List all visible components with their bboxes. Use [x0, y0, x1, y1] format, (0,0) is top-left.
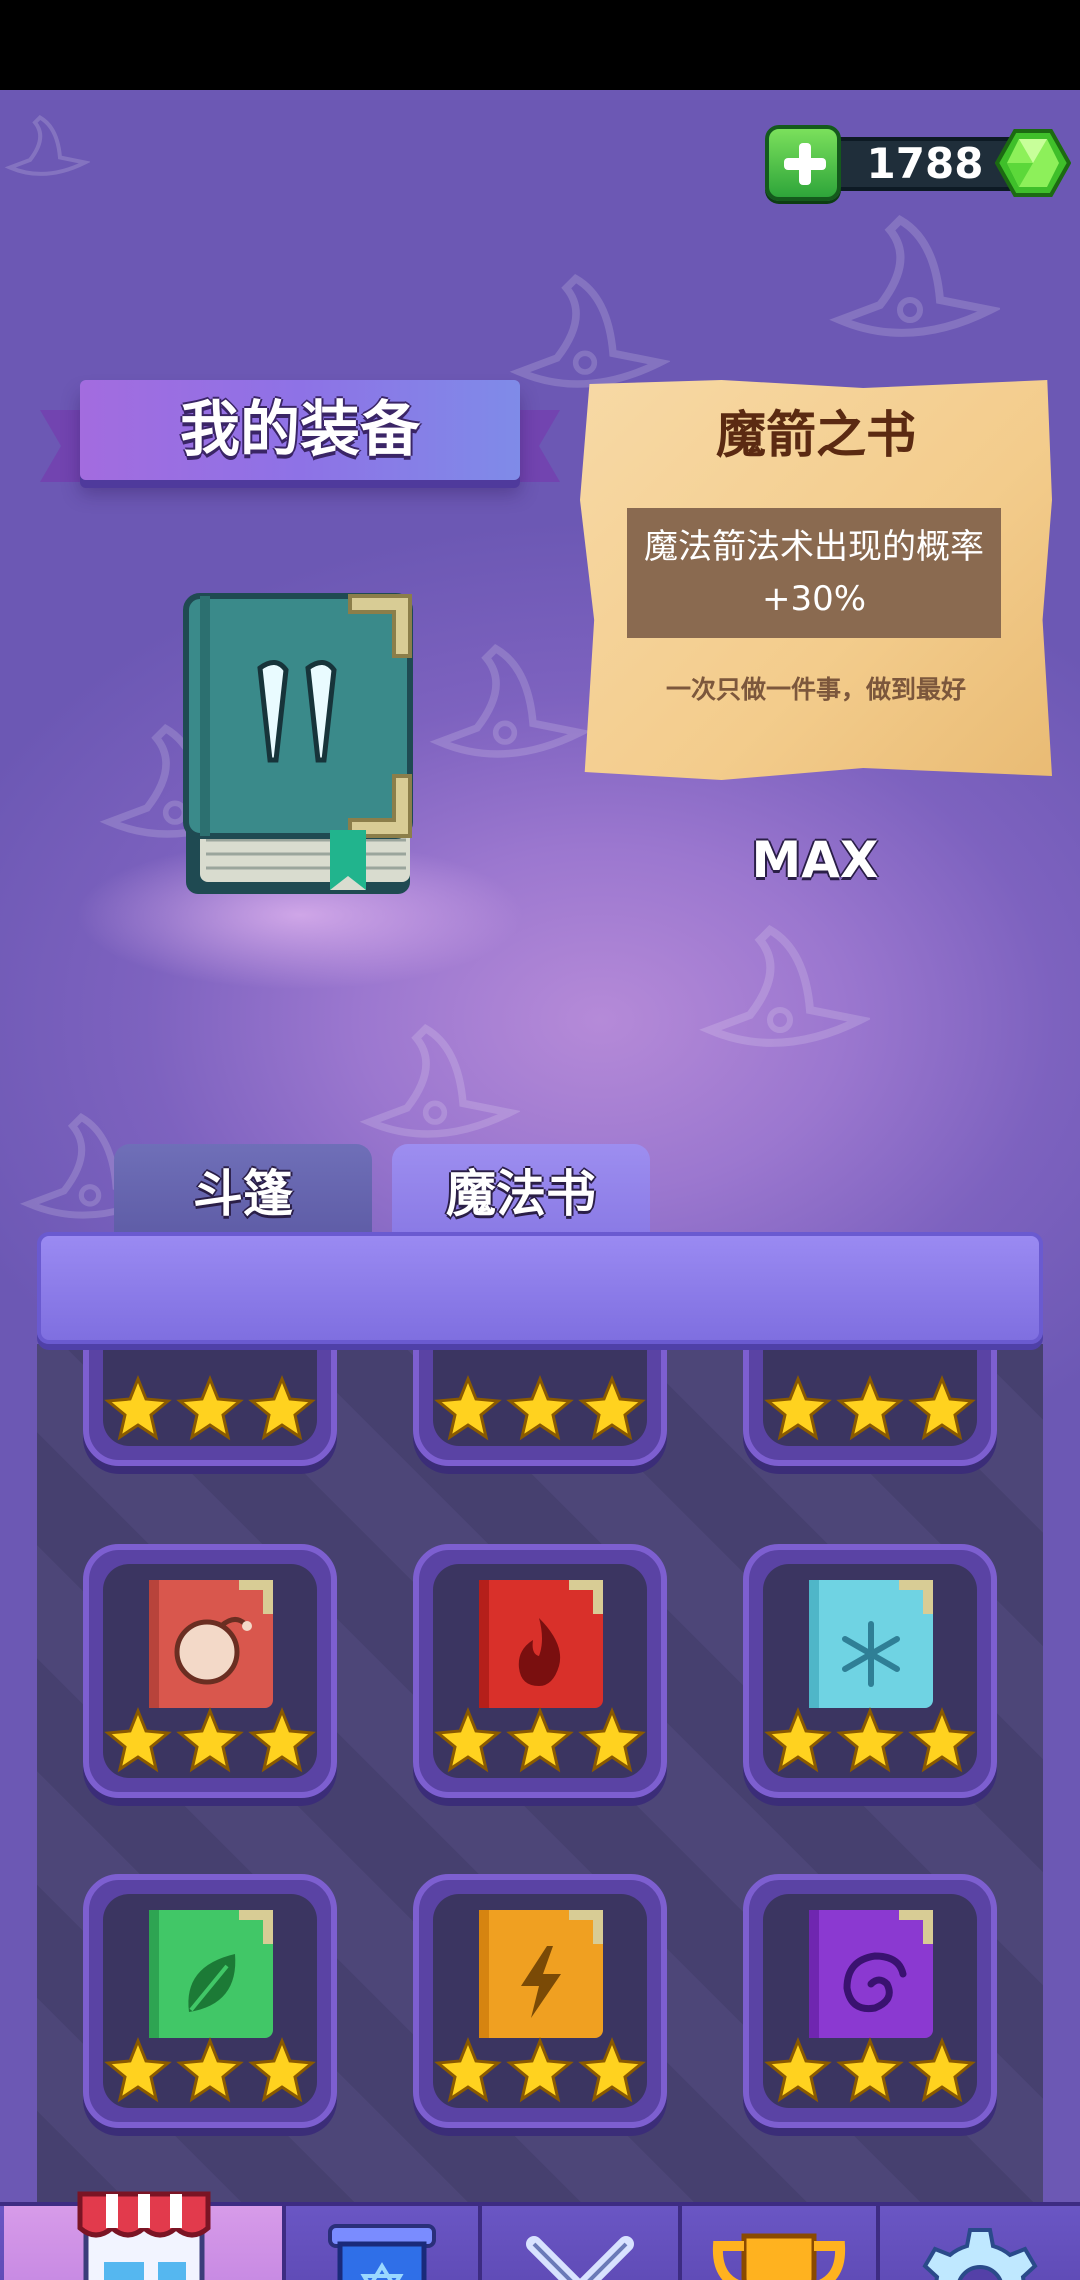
shop-icon — [77, 2191, 211, 2280]
book-grid-panel[interactable] — [37, 1344, 1043, 2224]
book-slot[interactable] — [83, 1344, 337, 1466]
book-slot-arcane[interactable] — [743, 1874, 997, 2128]
three-star-rating-icon — [764, 1374, 976, 1441]
wizard-hat-decoration-icon — [699, 925, 870, 1047]
magic-arrow-book-icon — [183, 593, 413, 894]
item-info-card: 魔箭之书 魔法箭法术出现的概率+30% 一次只做一件事，做到最好 — [580, 380, 1052, 780]
three-star-rating-icon — [104, 1706, 316, 1773]
trophy-icon — [712, 2233, 846, 2280]
tab-magic-book[interactable]: 魔法书 — [392, 1144, 650, 1244]
wizard-hat-decoration-icon — [509, 274, 670, 388]
book-slot-nature[interactable] — [83, 1874, 337, 2128]
shield-banner-icon — [328, 2224, 436, 2280]
wizard-hat-decoration-icon — [359, 1024, 520, 1138]
three-star-rating-icon — [764, 2036, 976, 2103]
three-star-rating-icon — [434, 2036, 646, 2103]
title-ribbon: 我的装备 — [40, 380, 560, 510]
nav-leaderboard[interactable] — [682, 2206, 876, 2280]
lightning-book-icon — [479, 1910, 603, 2038]
nav-equipment[interactable] — [286, 2206, 478, 2280]
page-title: 我的装备 — [180, 395, 420, 465]
book-slot-lightning[interactable] — [413, 1874, 667, 2128]
wizard-hat-decoration-icon — [429, 644, 590, 758]
gear-icon — [922, 2228, 1038, 2280]
snowflake-book-icon — [809, 1580, 933, 1708]
gem-currency-counter: 1788 — [765, 125, 1075, 201]
book-slot-ice[interactable] — [743, 1544, 997, 1798]
item-quote: 一次只做一件事，做到最好 — [665, 675, 966, 704]
equipment-screen: 1788 我的装备 魔箭之书 魔法箭法术出现的概率+30% 一次只做一件事，做到… — [0, 90, 1080, 2280]
swirl-book-icon — [809, 1910, 933, 2038]
three-star-rating-icon — [104, 1374, 316, 1441]
bottom-nav-bar — [0, 2191, 1080, 2280]
book-slot-fire[interactable] — [413, 1544, 667, 1798]
three-star-rating-icon — [104, 2036, 316, 2103]
book-slot-bomb[interactable] — [83, 1544, 337, 1798]
gem-amount: 1788 — [866, 139, 984, 188]
nav-settings[interactable] — [880, 2206, 1080, 2280]
nav-battle[interactable] — [482, 2206, 678, 2280]
item-description-box: 魔法箭法术出现的概率+30% — [627, 508, 1001, 638]
leaf-book-icon — [149, 1910, 273, 2038]
crossed-swords-icon — [526, 2236, 634, 2280]
nav-shop[interactable] — [4, 2191, 282, 2280]
level-max-label: MAX — [751, 831, 879, 889]
three-star-rating-icon — [434, 1706, 646, 1773]
tab-cloak[interactable]: 斗篷 — [114, 1144, 372, 1244]
fire-book-icon — [479, 1580, 603, 1708]
book-slot[interactable] — [743, 1344, 997, 1466]
item-description: 魔法箭法术出现的概率+30% — [644, 527, 984, 619]
item-name: 魔箭之书 — [716, 406, 916, 464]
status-bar — [0, 0, 1080, 90]
three-star-rating-icon — [764, 1706, 976, 1773]
book-slot[interactable] — [413, 1344, 667, 1466]
panel-header-bar — [37, 1232, 1043, 1344]
wizard-hat-decoration-icon — [4, 115, 90, 176]
green-gem-icon — [995, 129, 1071, 197]
three-star-rating-icon — [434, 1374, 646, 1441]
bomb-book-icon — [149, 1580, 273, 1708]
wizard-hat-decoration-icon — [829, 215, 1000, 337]
plus-icon[interactable] — [765, 125, 841, 201]
